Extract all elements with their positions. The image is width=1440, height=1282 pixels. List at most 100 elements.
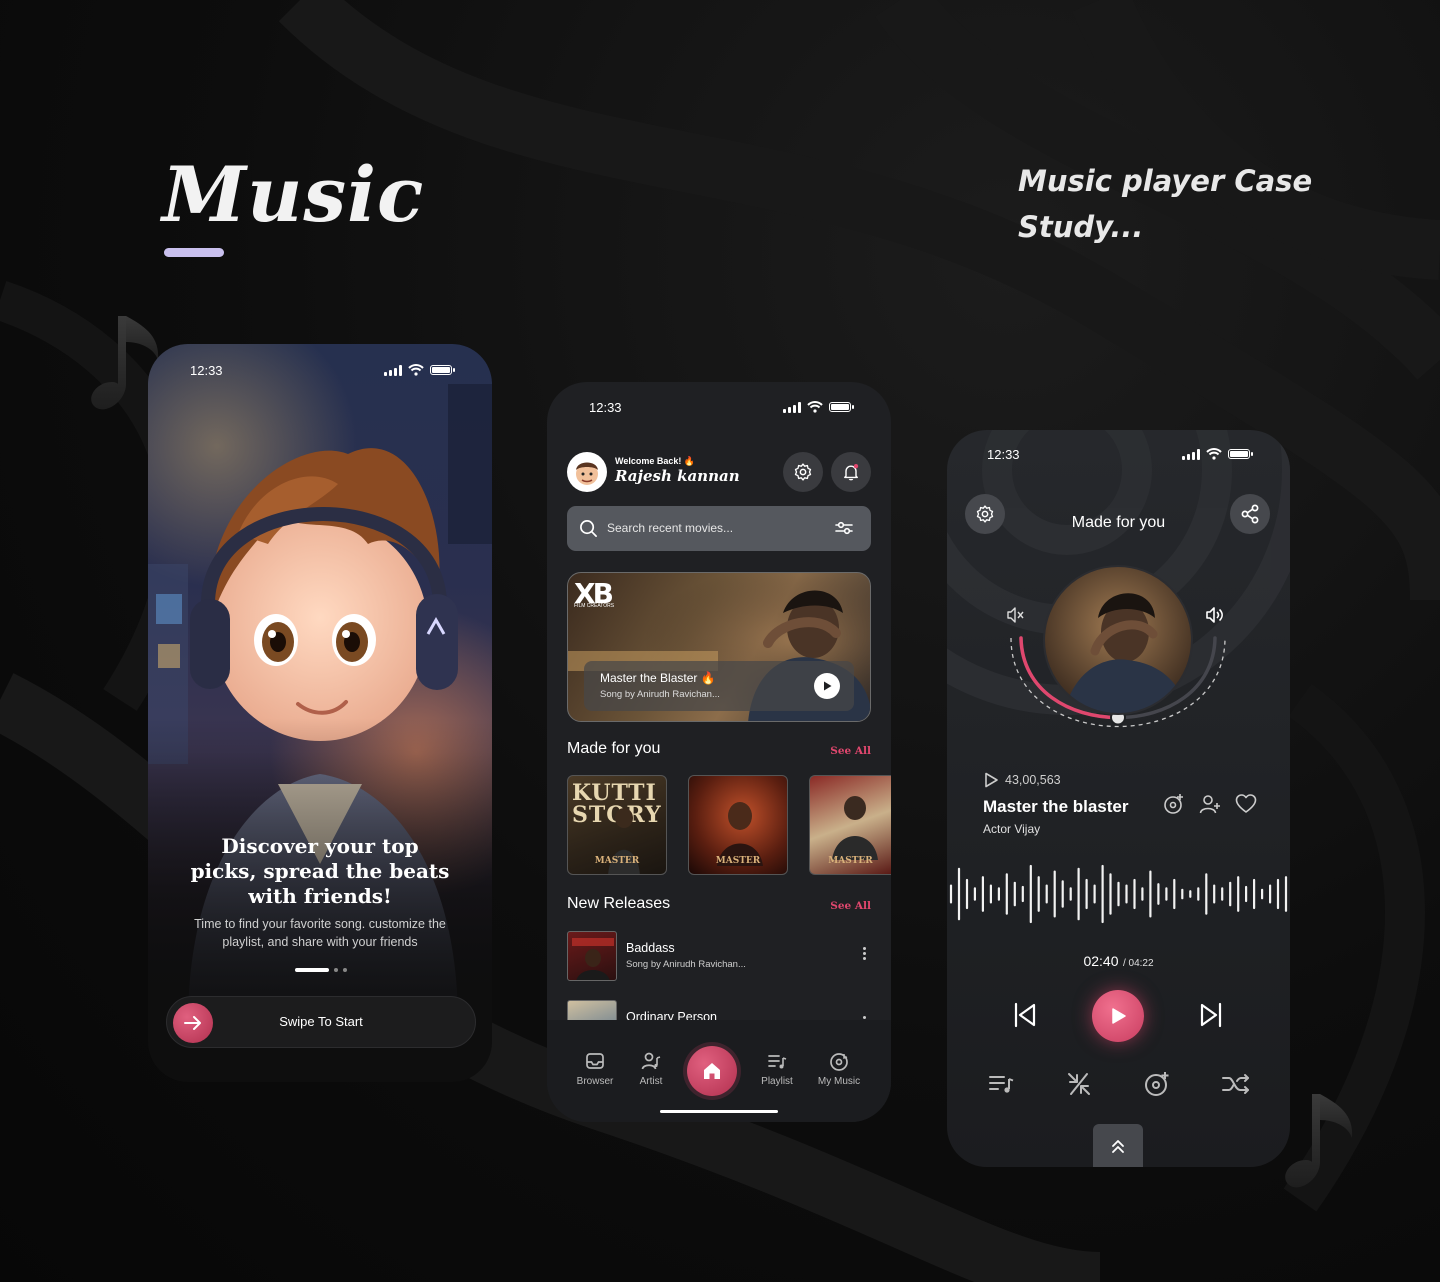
onboarding-caption: Discover your top picks, spread the beat… bbox=[188, 834, 452, 951]
battery-icon bbox=[1228, 449, 1253, 459]
player-tools bbox=[947, 1070, 1290, 1104]
featured-info-bar: Master the Blaster 🔥 Song by Anirudh Rav… bbox=[584, 661, 854, 711]
skip-previous-icon[interactable] bbox=[1013, 1002, 1037, 1028]
add-to-library-icon[interactable] bbox=[1163, 793, 1185, 815]
case-study-title: Music player Case Study... bbox=[1018, 158, 1318, 250]
release-thumbnail bbox=[567, 931, 617, 981]
new-releases-see-all[interactable]: See All bbox=[830, 900, 871, 912]
battery-icon bbox=[430, 365, 455, 375]
tile-brand: MASTER bbox=[715, 856, 761, 866]
made-for-you-title: Made for you bbox=[567, 740, 661, 757]
shuffle-icon[interactable] bbox=[1221, 1070, 1251, 1098]
search-bar[interactable]: Search recent movies... bbox=[567, 506, 871, 551]
play-button[interactable] bbox=[1092, 990, 1144, 1042]
status-time: 12:33 bbox=[589, 400, 622, 415]
share-button[interactable] bbox=[1230, 494, 1270, 534]
expand-lyrics-tab[interactable] bbox=[1093, 1124, 1143, 1167]
avatar-illustration bbox=[576, 462, 598, 485]
featured-play-button[interactable] bbox=[814, 673, 840, 699]
notifications-button[interactable] bbox=[831, 452, 871, 492]
volume-up-icon[interactable] bbox=[1206, 607, 1223, 623]
disc-icon bbox=[830, 1053, 848, 1071]
playlist-tile[interactable]: MASTER bbox=[809, 775, 891, 875]
swipe-to-start-slider[interactable]: Swipe To Start bbox=[166, 996, 476, 1048]
search-input[interactable]: Search recent movies... bbox=[607, 521, 733, 535]
nav-my-music[interactable]: My Music bbox=[809, 1052, 869, 1087]
minimize-icon[interactable] bbox=[1065, 1070, 1093, 1098]
nav-my-music-label: My Music bbox=[817, 1076, 861, 1087]
playlist-tile[interactable]: KUTTI STORY MASTER bbox=[567, 775, 667, 875]
filter-icon[interactable] bbox=[835, 521, 853, 535]
brand-title: Music bbox=[162, 150, 425, 239]
user-header: Welcome Back! 🔥 Rajesh kannan bbox=[567, 452, 871, 492]
heart-icon[interactable] bbox=[1235, 793, 1257, 815]
more-options-icon[interactable] bbox=[863, 947, 867, 960]
tile-figure-art bbox=[832, 796, 878, 860]
current-time: 02:40 bbox=[1083, 953, 1119, 969]
gear-icon bbox=[794, 463, 812, 481]
share-icon bbox=[1241, 504, 1259, 524]
page-dot bbox=[334, 968, 338, 972]
welcome-text: Welcome Back! 🔥 bbox=[615, 456, 696, 466]
queue-icon[interactable] bbox=[987, 1070, 1015, 1098]
tile-brand: MASTER bbox=[828, 856, 873, 866]
case-study-line-1: Music player Case bbox=[1018, 164, 1313, 198]
home-screen: 12:33 Welcome Back! 🔥 Rajesh kannan Sear… bbox=[547, 382, 891, 1122]
wifi-icon bbox=[1206, 448, 1222, 460]
release-title: Baddass bbox=[626, 941, 675, 955]
case-study-line-2: Study... bbox=[1018, 210, 1144, 244]
home-icon bbox=[704, 1063, 720, 1079]
nav-browser[interactable]: Browser bbox=[565, 1052, 625, 1087]
status-bar: 12:33 bbox=[547, 382, 891, 422]
bottom-navigation: Browser Artist Playlist My Music bbox=[547, 1020, 891, 1122]
nav-home-button[interactable] bbox=[687, 1046, 737, 1096]
onboarding-subtext: Time to find your favorite song. customi… bbox=[194, 917, 446, 949]
battery-icon bbox=[829, 402, 854, 412]
total-time: / 04:22 bbox=[1122, 958, 1154, 969]
playback-controls bbox=[947, 990, 1290, 1042]
nav-playlist[interactable]: Playlist bbox=[747, 1052, 807, 1087]
playlist-icon bbox=[768, 1055, 787, 1069]
play-icon bbox=[1112, 1008, 1126, 1024]
audio-waveform-scrubber[interactable] bbox=[947, 862, 1290, 926]
nav-artist[interactable]: Artist bbox=[621, 1052, 681, 1087]
list-item[interactable]: Baddass Song by Anirudh Ravichan... bbox=[567, 931, 871, 983]
list-item[interactable]: Ordinary Person bbox=[567, 1000, 871, 1020]
song-actions bbox=[1163, 793, 1257, 815]
playlist-tile[interactable]: MASTER bbox=[688, 775, 788, 875]
volume-dial[interactable] bbox=[1003, 556, 1233, 756]
page-dot bbox=[343, 968, 347, 972]
song-artist: Actor Vijay bbox=[983, 822, 1041, 836]
page-indicator bbox=[295, 968, 347, 972]
skip-next-icon[interactable] bbox=[1199, 1002, 1223, 1028]
song-title: Master the blaster bbox=[983, 797, 1129, 816]
release-thumbnail bbox=[567, 1000, 617, 1020]
onboarding-heading: Discover your top picks, spread the beat… bbox=[190, 834, 450, 908]
nav-artist-label: Artist bbox=[639, 1076, 663, 1087]
signal-icon bbox=[384, 364, 402, 376]
featured-subtitle: Song by Anirudh Ravichan... bbox=[600, 689, 720, 700]
username: Rajesh kannan bbox=[615, 467, 740, 485]
music-note-icon bbox=[1285, 1094, 1353, 1188]
settings-button[interactable] bbox=[783, 452, 823, 492]
mute-icon[interactable] bbox=[1007, 607, 1024, 623]
add-disc-icon[interactable] bbox=[1143, 1070, 1171, 1098]
featured-title: Master the Blaster 🔥 bbox=[600, 671, 716, 685]
status-bar: 12:33 bbox=[148, 344, 492, 384]
play-count: 43,00,563 bbox=[983, 772, 1061, 788]
play-icon bbox=[824, 681, 832, 691]
artist-icon bbox=[641, 1052, 661, 1070]
made-for-you-see-all[interactable]: See All bbox=[830, 745, 871, 757]
status-icons bbox=[1182, 448, 1253, 460]
avatar[interactable] bbox=[567, 452, 607, 492]
search-icon bbox=[580, 520, 597, 537]
signal-icon bbox=[1182, 448, 1200, 460]
home-indicator bbox=[660, 1110, 778, 1113]
featured-banner[interactable]: XB FILM CREATORS Master the Blaster 🔥 So… bbox=[567, 572, 871, 722]
playback-time: 02:40 / 04:22 bbox=[947, 953, 1290, 971]
release-subtitle: Song by Anirudh Ravichan... bbox=[626, 959, 746, 970]
play-count-value: 43,00,563 bbox=[1005, 773, 1061, 787]
follow-artist-icon[interactable] bbox=[1199, 793, 1221, 815]
wifi-icon bbox=[408, 364, 424, 376]
wifi-icon bbox=[807, 401, 823, 413]
